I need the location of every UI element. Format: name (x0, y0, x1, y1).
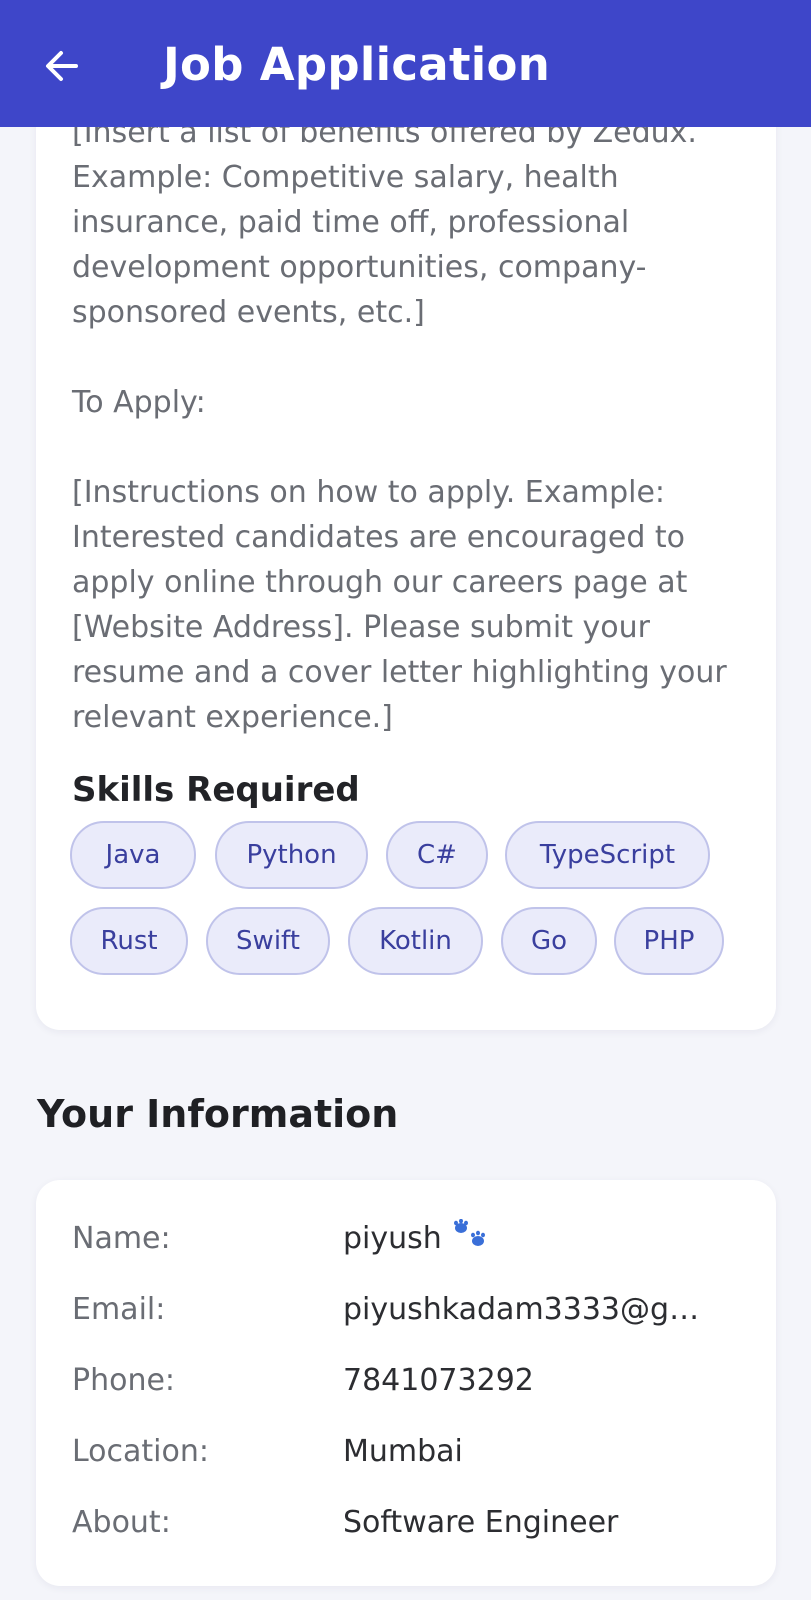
info-value-about: Software Engineer (343, 1505, 619, 1540)
info-label: Phone: (72, 1363, 176, 1398)
skill-chip-rust[interactable]: Rust (70, 907, 188, 975)
skill-chip-php[interactable]: PHP (614, 907, 724, 975)
job-details-card: [Insert a list of benefits offered by Ze… (36, 80, 776, 1030)
info-row-email: Email: piyushkadam3333@gmail.com (36, 1285, 776, 1335)
skill-chip-go[interactable]: Go (501, 907, 597, 975)
info-row-about: About: Software Engineer (36, 1498, 776, 1548)
paw-prints-icon (452, 1215, 488, 1265)
skill-chip-swift[interactable]: Swift (206, 907, 330, 975)
info-label: About: (72, 1505, 171, 1540)
your-information-card: Name: piyush Email: piyushkadam3333@gmai… (36, 1180, 776, 1586)
skills-required-heading: Skills Required (72, 770, 360, 810)
arrow-left-icon (46, 51, 78, 81)
info-row-location: Location: Mumbai (36, 1427, 776, 1477)
job-description-text: [Insert a list of benefits offered by Ze… (72, 115, 727, 735)
info-row-phone: Phone: 7841073292 (36, 1356, 776, 1406)
skill-chip-typescript[interactable]: TypeScript (505, 821, 710, 889)
app-bar: Job Application (0, 0, 811, 127)
skill-chip-kotlin[interactable]: Kotlin (348, 907, 483, 975)
page-title: Job Application (163, 38, 551, 91)
info-value-name: piyush (343, 1214, 728, 1265)
info-value-email: piyushkadam3333@gmail.com (343, 1292, 728, 1327)
info-row-name: Name: piyush (36, 1214, 776, 1264)
back-button[interactable] (40, 44, 84, 88)
your-information-heading: Your Information (37, 1092, 399, 1136)
skill-chip-python[interactable]: Python (215, 821, 368, 889)
skill-chip-java[interactable]: Java (70, 821, 196, 889)
info-value-location: Mumbai (343, 1434, 463, 1469)
skill-chip-csharp[interactable]: C# (386, 821, 488, 889)
info-label: Location: (72, 1434, 209, 1469)
info-label: Name: (72, 1221, 171, 1256)
info-label: Email: (72, 1292, 166, 1327)
info-value-phone: 7841073292 (343, 1363, 534, 1398)
